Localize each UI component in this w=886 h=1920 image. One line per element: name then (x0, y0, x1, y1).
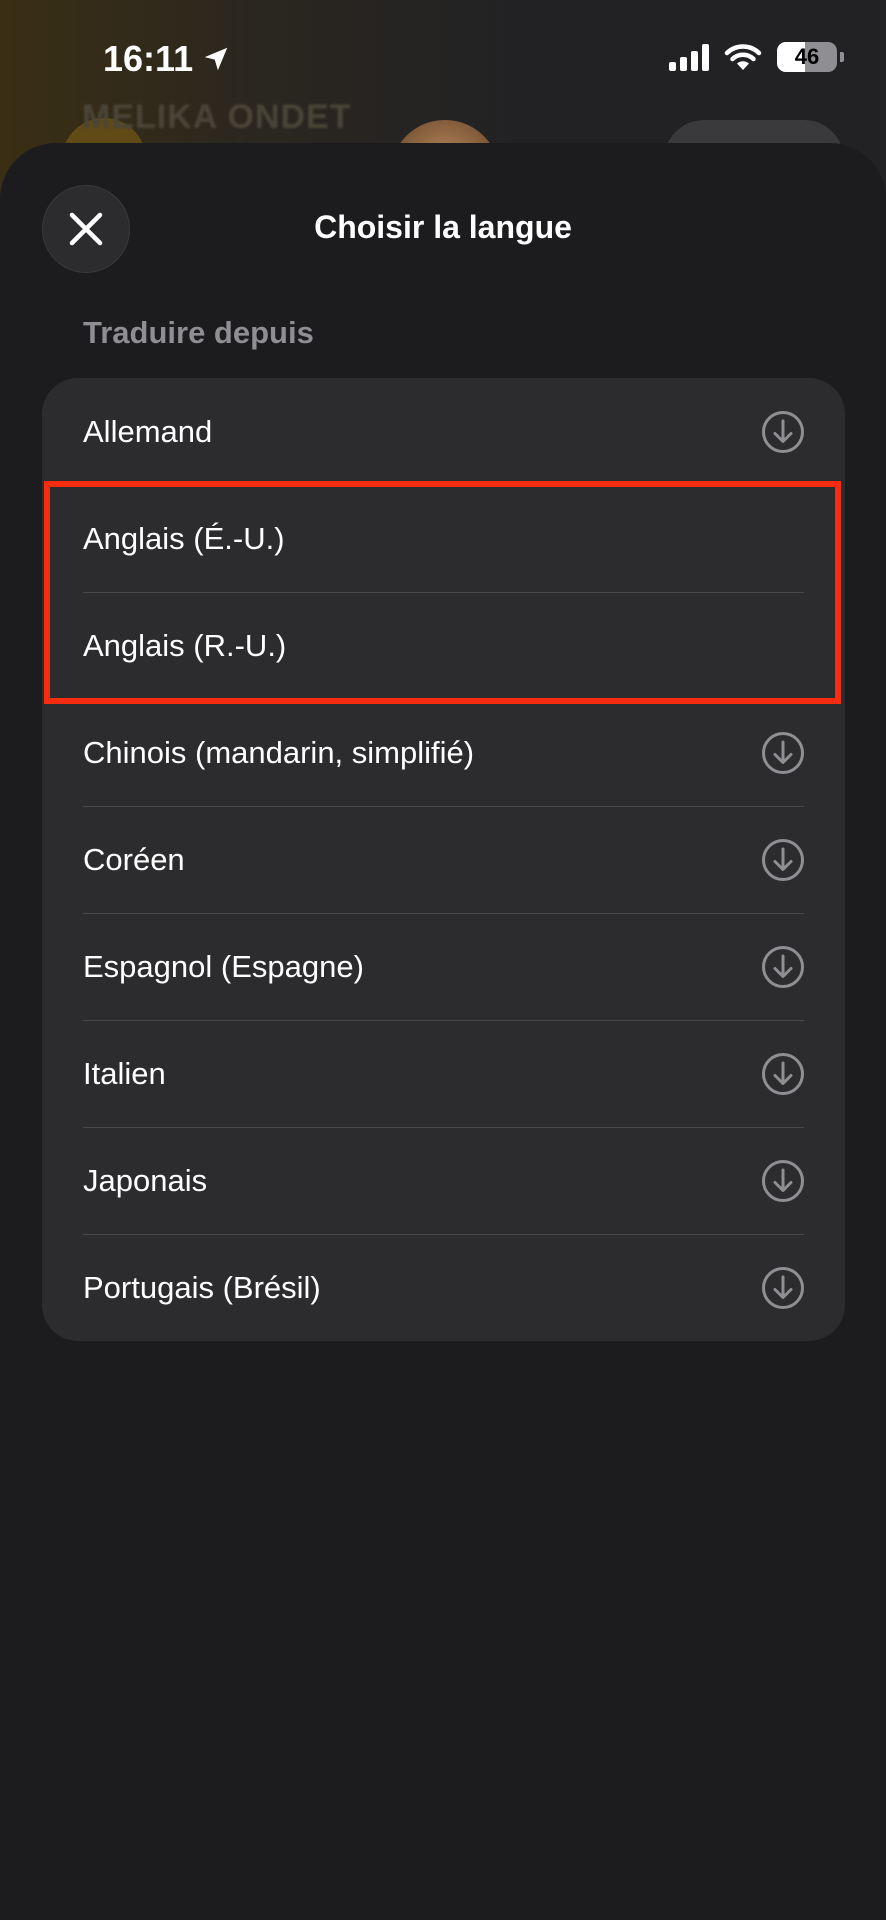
language-list: Allemand Anglais (É.-U.) Anglais (R.-U.) Ch… (42, 378, 845, 1341)
language-label: Anglais (R.-U.) (83, 627, 287, 663)
download-icon[interactable] (761, 1052, 805, 1096)
language-row-anglais-e-u[interactable]: Anglais (É.-U.) (42, 485, 845, 592)
language-sheet: Choisir la langue Traduire depuis Allema… (0, 143, 886, 1920)
download-icon[interactable] (761, 410, 805, 454)
language-row-italien[interactable]: Italien (42, 1020, 845, 1127)
location-arrow-icon (204, 47, 228, 71)
download-icon[interactable] (761, 838, 805, 882)
battery-tip (840, 52, 844, 62)
cellular-signal-icon (669, 43, 709, 71)
battery-icon: 46 (777, 42, 837, 72)
download-icon[interactable] (761, 1159, 805, 1203)
download-icon[interactable] (761, 731, 805, 775)
language-row-japonais[interactable]: Japonais (42, 1127, 845, 1234)
status-time: 16:11 (103, 38, 194, 79)
language-label: Allemand (83, 413, 213, 449)
language-label: Chinois (mandarin, simplifié) (83, 734, 475, 770)
status-time-group: 16:11 (103, 38, 231, 80)
language-label: Coréen (83, 841, 185, 877)
language-label: Japonais (83, 1162, 208, 1198)
language-label: Anglais (É.-U.) (83, 520, 285, 556)
status-bar: 16:11 46 (0, 0, 886, 120)
language-row-coreen[interactable]: Coréen (42, 806, 845, 913)
language-label: Italien (83, 1055, 166, 1091)
status-indicators: 46 (669, 42, 844, 72)
language-label: Portugais (Brésil) (83, 1269, 321, 1305)
language-row-espagnol-espagne[interactable]: Espagnol (Espagne) (42, 913, 845, 1020)
battery-level: 46 (794, 44, 820, 69)
section-header-translate-from: Traduire depuis (83, 315, 314, 350)
language-row-portugais-bresil[interactable]: Portugais (Brésil) (42, 1234, 845, 1341)
download-icon[interactable] (761, 945, 805, 989)
language-row-allemand[interactable]: Allemand (42, 378, 845, 485)
language-row-anglais-r-u[interactable]: Anglais (R.-U.) (42, 592, 845, 699)
download-icon[interactable] (761, 1266, 805, 1310)
wifi-icon (724, 44, 762, 70)
sheet-title: Choisir la langue (314, 209, 572, 245)
language-label: Espagnol (Espagne) (83, 948, 364, 984)
language-row-chinois-mandarin-simplifie[interactable]: Chinois (mandarin, simplifié) (42, 699, 845, 806)
